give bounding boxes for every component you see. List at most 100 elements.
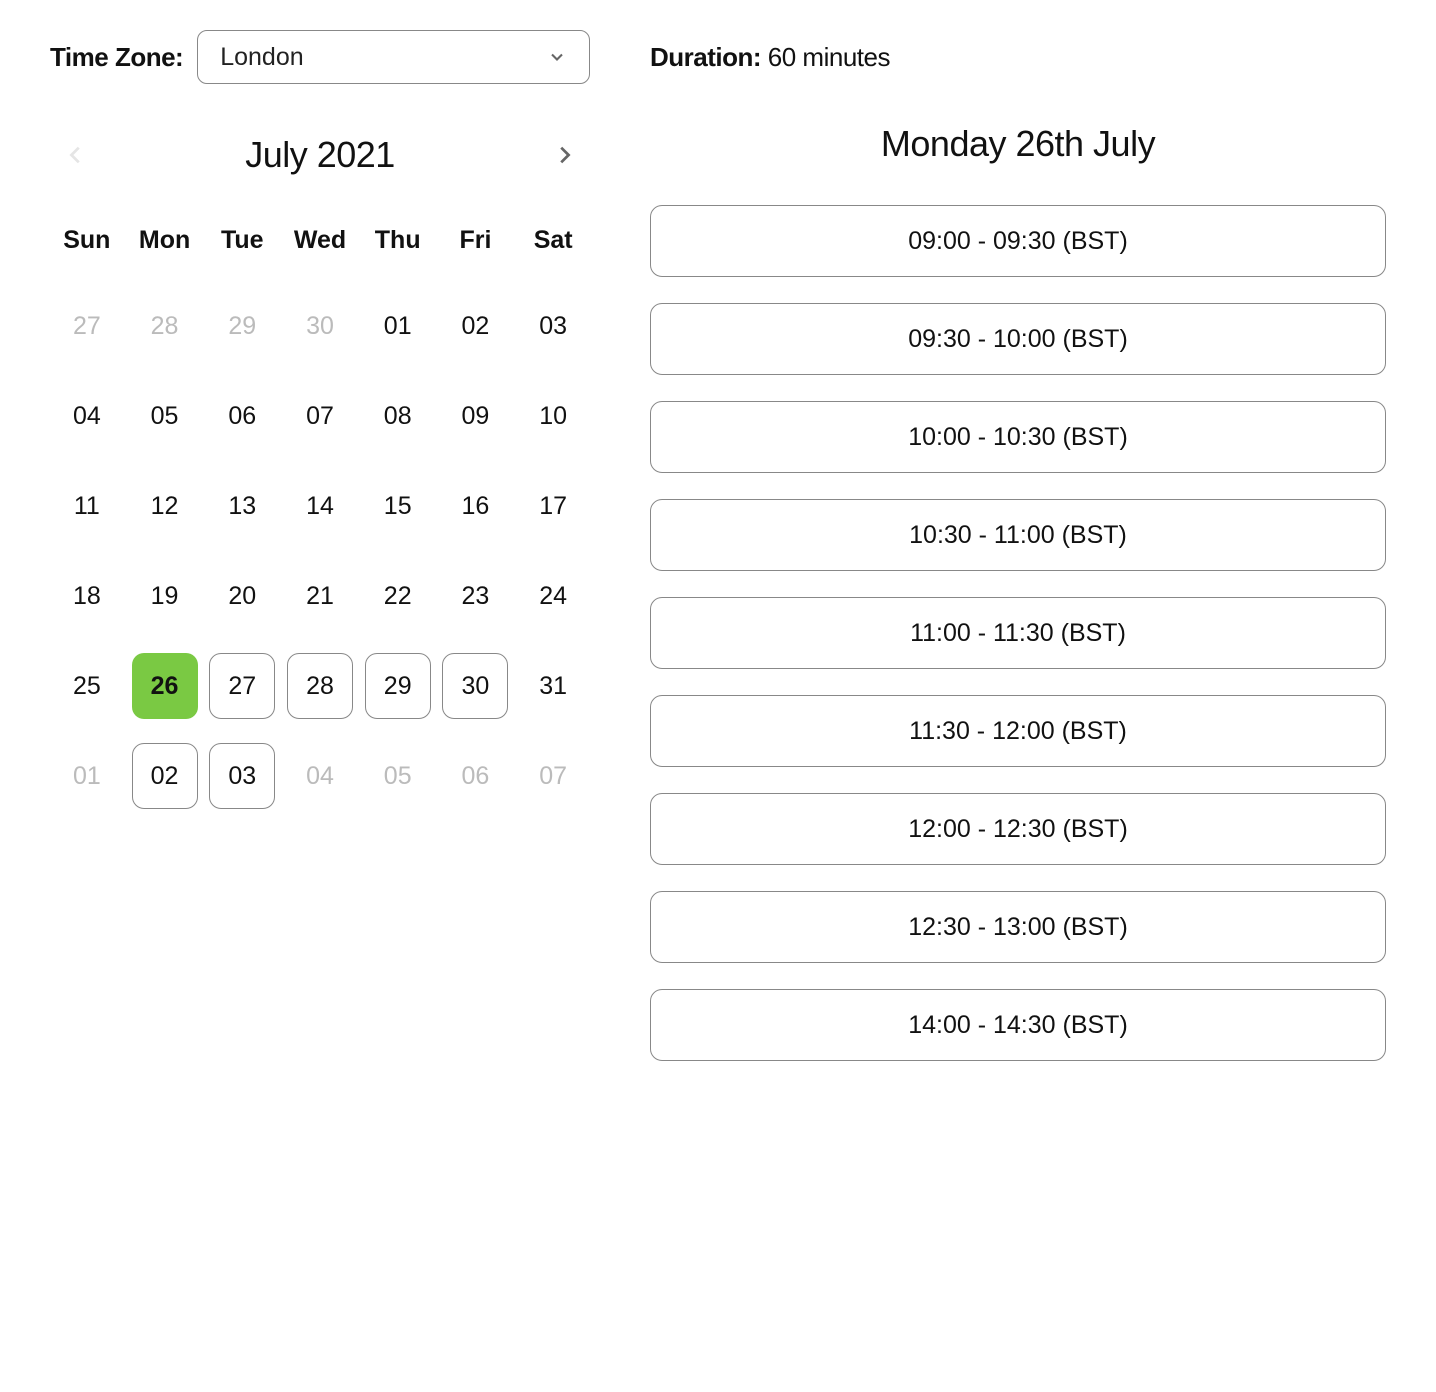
chevron-right-icon [553, 141, 575, 169]
next-month-button[interactable] [546, 137, 582, 173]
calendar-day-cell: 21 [283, 561, 357, 631]
chevron-down-icon [547, 47, 567, 67]
calendar-day-cell: 03 [205, 741, 279, 811]
prev-month-button[interactable] [58, 137, 94, 173]
calendar-day-cell: 27 [205, 651, 279, 721]
calendar-day: 17 [520, 473, 586, 539]
calendar-day: 07 [520, 743, 586, 809]
calendar-day-cell: 24 [516, 561, 590, 631]
duration-row: Duration: 60 minutes [650, 30, 1386, 73]
calendar-day: 05 [132, 383, 198, 449]
calendar-day: 28 [132, 293, 198, 359]
calendar-day-cell: 03 [516, 291, 590, 361]
calendar-day: 10 [520, 383, 586, 449]
month-title: July 2021 [245, 134, 395, 176]
day-of-week-header: Thu [361, 226, 435, 271]
calendar-day-cell: 31 [516, 651, 590, 721]
calendar-day: 09 [442, 383, 508, 449]
calendar-day: 06 [209, 383, 275, 449]
calendar-day-cell: 12 [128, 471, 202, 541]
calendar-day: 24 [520, 563, 586, 629]
calendar-day: 12 [132, 473, 198, 539]
calendar-day-cell: 06 [439, 741, 513, 811]
calendar-day: 06 [442, 743, 508, 809]
calendar-day-cell: 28 [283, 651, 357, 721]
calendar-day-cell: 17 [516, 471, 590, 541]
time-slot-list: 09:00 - 09:30 (BST) 09:30 - 10:00 (BST) 10… [650, 205, 1386, 1061]
calendar-day: 13 [209, 473, 275, 539]
month-navigation: July 2021 [50, 134, 590, 176]
time-slot[interactable]: 11:00 - 11:30 (BST) [650, 597, 1386, 669]
calendar-day-cell: 01 [50, 741, 124, 811]
calendar-day-cell: 15 [361, 471, 435, 541]
calendar-day: 15 [365, 473, 431, 539]
calendar-day: 01 [365, 293, 431, 359]
time-slot[interactable]: 09:00 - 09:30 (BST) [650, 205, 1386, 277]
time-slot[interactable]: 14:00 - 14:30 (BST) [650, 989, 1386, 1061]
calendar-day[interactable]: 26 [132, 653, 198, 719]
calendar-day: 18 [54, 563, 120, 629]
calendar-day-cell: 07 [516, 741, 590, 811]
calendar-day-cell: 22 [361, 561, 435, 631]
calendar-day: 27 [54, 293, 120, 359]
day-of-week-header: Mon [128, 226, 202, 271]
timezone-selected-value: London [220, 43, 303, 72]
calendar-day-cell: 19 [128, 561, 202, 631]
calendar-day-cell: 02 [439, 291, 513, 361]
time-slot[interactable]: 09:30 - 10:00 (BST) [650, 303, 1386, 375]
selected-date-title: Monday 26th July [650, 123, 1386, 165]
calendar-day: 02 [442, 293, 508, 359]
calendar-day: 08 [365, 383, 431, 449]
calendar-day: 30 [287, 293, 353, 359]
calendar-day[interactable]: 02 [132, 743, 198, 809]
time-slot[interactable]: 12:00 - 12:30 (BST) [650, 793, 1386, 865]
calendar-day-cell: 04 [50, 381, 124, 451]
calendar-day-cell: 29 [361, 651, 435, 721]
calendar-day-cell: 01 [361, 291, 435, 361]
calendar-day-cell: 07 [283, 381, 357, 451]
calendar-day: 23 [442, 563, 508, 629]
time-slot[interactable]: 10:00 - 10:30 (BST) [650, 401, 1386, 473]
time-slot[interactable]: 12:30 - 13:00 (BST) [650, 891, 1386, 963]
day-of-week-header: Wed [283, 226, 357, 271]
timezone-label: Time Zone: [50, 42, 183, 73]
calendar-day: 03 [520, 293, 586, 359]
calendar-day: 05 [365, 743, 431, 809]
time-slot[interactable]: 11:30 - 12:00 (BST) [650, 695, 1386, 767]
calendar-day-cell: 18 [50, 561, 124, 631]
calendar-day-cell: 14 [283, 471, 357, 541]
calendar-day-cell: 06 [205, 381, 279, 451]
timezone-select[interactable]: London [197, 30, 590, 84]
calendar-day[interactable]: 28 [287, 653, 353, 719]
time-slot[interactable]: 10:30 - 11:00 (BST) [650, 499, 1386, 571]
calendar-day-cell: 20 [205, 561, 279, 631]
calendar-day-cell: 30 [283, 291, 357, 361]
calendar-day[interactable]: 27 [209, 653, 275, 719]
calendar-day-cell: 25 [50, 651, 124, 721]
calendar-day-cell: 05 [361, 741, 435, 811]
chevron-left-icon [65, 141, 87, 169]
calendar-day-cell: 26 [128, 651, 202, 721]
calendar-day-cell: 23 [439, 561, 513, 631]
day-of-week-header: Tue [205, 226, 279, 271]
timezone-row: Time Zone: London [50, 30, 590, 84]
calendar-day-cell: 27 [50, 291, 124, 361]
calendar-day-cell: 30 [439, 651, 513, 721]
day-of-week-header: Fri [439, 226, 513, 271]
calendar-day[interactable]: 29 [365, 653, 431, 719]
calendar-day-cell: 02 [128, 741, 202, 811]
calendar-day: 25 [54, 653, 120, 719]
calendar-day-cell: 29 [205, 291, 279, 361]
calendar-day-cell: 04 [283, 741, 357, 811]
calendar-day: 04 [54, 383, 120, 449]
calendar-day: 20 [209, 563, 275, 629]
calendar-day[interactable]: 30 [442, 653, 508, 719]
calendar-day: 01 [54, 743, 120, 809]
calendar-day-cell: 08 [361, 381, 435, 451]
calendar-day-cell: 10 [516, 381, 590, 451]
calendar-day[interactable]: 03 [209, 743, 275, 809]
calendar-day: 11 [54, 473, 120, 539]
calendar-day: 04 [287, 743, 353, 809]
calendar-day: 19 [132, 563, 198, 629]
calendar-day: 14 [287, 473, 353, 539]
